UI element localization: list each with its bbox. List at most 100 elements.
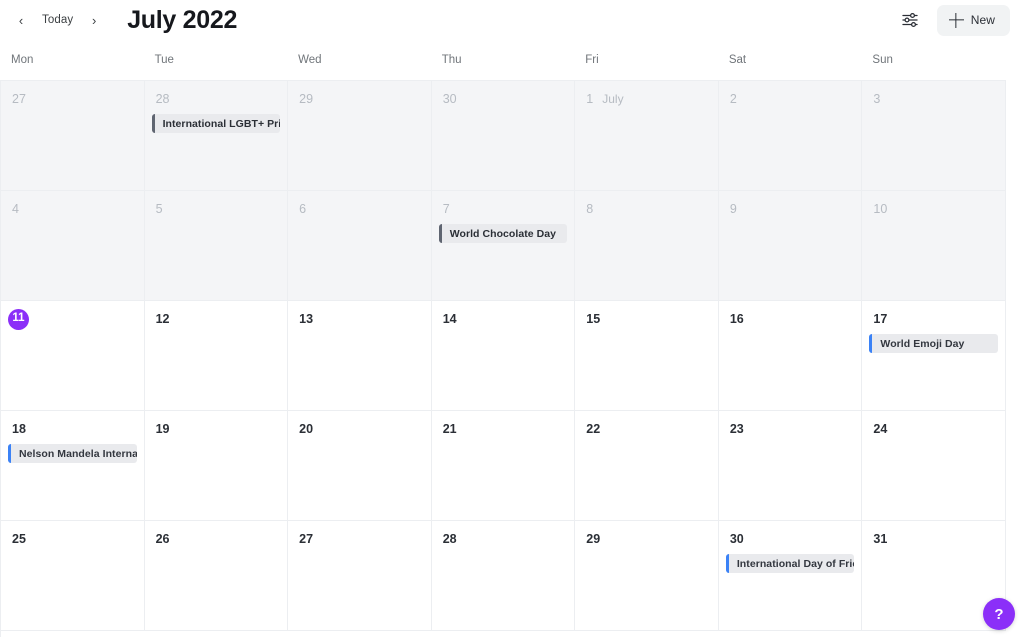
weekday-label-fri: Fri [585,54,599,66]
day-cell[interactable]: 13 [288,301,432,411]
day-cell[interactable]: 5 [144,191,289,301]
day-cell[interactable]: 26 [144,521,289,631]
day-cell[interactable]: 22 [575,411,719,521]
day-number: 30 [729,531,744,546]
new-event-button[interactable]: New [936,4,1010,36]
toolbar-actions: New [897,4,1010,36]
day-cell[interactable]: 23 [718,411,863,521]
day-number: 5 [155,201,163,216]
day-number-row: 30 [726,529,855,549]
weekday-label-tue: Tue [154,54,174,66]
day-cell[interactable]: 19 [144,411,289,521]
weekday-label-sat: Sat [728,54,747,66]
day-number: 30 [442,91,457,106]
day-number-row: 7 [439,199,568,219]
event-title: Nelson Mandela Internati... [19,447,137,460]
day-number-row: 22 [582,419,711,439]
day-number: 13 [299,311,314,326]
day-number-row: 9 [726,199,855,219]
event-title: International Day of Frien... [736,557,855,570]
day-number: 2 [729,91,737,106]
day-cell[interactable]: 27 [288,521,432,631]
day-cell[interactable]: 29 [288,81,432,191]
day-cell[interactable]: 7 World Chocolate Day [431,191,576,301]
day-cell[interactable]: 3 [862,81,1006,191]
day-cell[interactable]: 4 [1,191,145,301]
day-cell[interactable]: 9 [718,191,863,301]
weekday-header: Mon Tue Wed Thu Fri Sat Sun [0,40,1024,80]
day-cell[interactable]: 17 World Emoji Day [862,301,1006,411]
day-cell[interactable]: 28 [431,521,576,631]
day-number-row: 11 [8,308,137,330]
day-cell[interactable]: 20 [288,411,432,521]
event-list: World Emoji Day [869,334,998,353]
event-chip[interactable]: World Emoji Day [869,334,998,353]
day-number-row: 26 [152,529,281,549]
today-button[interactable]: Today [34,10,81,30]
day-cell[interactable]: 11 [1,301,145,411]
help-button[interactable]: ? [983,598,1015,630]
calendar-navigation: ‹ Today › [10,7,105,33]
previous-month-button[interactable]: ‹ [10,7,32,33]
day-number-row: 30 [439,89,568,109]
day-number: 6 [299,201,307,216]
day-number: 25 [12,531,26,546]
day-number-row: 6 [295,199,424,219]
event-list: International LGBT+ Pride... [151,114,281,133]
new-event-label: New [970,13,995,27]
day-cell[interactable]: 15 [575,301,719,411]
day-number: 23 [729,421,744,436]
day-number: 16 [729,311,744,326]
day-number-row: 15 [582,309,711,329]
event-chip[interactable]: International LGBT+ Pride... [151,114,281,133]
event-chip[interactable]: International Day of Frien... [725,554,855,573]
day-cell[interactable]: 8 [575,191,719,301]
calendar-toolbar: ‹ Today › July 2022 New [0,0,1024,40]
next-month-button[interactable]: › [83,7,105,33]
day-number-row: 23 [726,419,855,439]
day-number: 27 [299,531,314,546]
day-cell[interactable]: 1 July [575,81,719,191]
day-number: 29 [586,531,601,546]
event-chip[interactable]: World Chocolate Day [438,224,568,243]
event-chip[interactable]: Nelson Mandela Internati... [8,444,137,463]
day-number-row: 16 [726,309,855,329]
month-grid: 2728International LGBT+ Pride...29301Jul… [0,80,1006,637]
day-number: 3 [873,91,881,106]
weekday-label-thu: Thu [441,54,462,66]
day-cell[interactable]: 12 [144,301,289,411]
day-cell[interactable]: 27 [1,81,145,191]
event-title: International LGBT+ Pride... [162,117,281,130]
day-cell[interactable]: 21 [431,411,576,521]
sliders-icon[interactable] [897,7,923,33]
day-cell[interactable]: 6 [288,191,432,301]
day-number-row: 8 [582,199,711,219]
day-number: 9 [729,201,737,216]
day-cell[interactable]: 25 [1,521,145,631]
day-cell[interactable]: 14 [431,301,576,411]
day-number: 19 [155,421,170,436]
day-number: 28 [155,91,170,106]
day-number-row: 31 [869,529,998,549]
day-cell[interactable]: 2 [718,81,863,191]
day-number: 29 [299,91,314,106]
day-cell[interactable]: 30 [431,81,576,191]
day-number: 7 [442,201,450,216]
day-cell[interactable]: 16 [718,301,863,411]
day-cell[interactable]: 24 [862,411,1006,521]
day-number-row: 4 [8,199,137,219]
day-number-row: 24 [869,419,998,439]
day-number: 21 [442,421,457,436]
day-cell[interactable]: 10 [862,191,1006,301]
day-cell[interactable]: 30 International Day of Frien... [718,521,863,631]
day-cell[interactable]: 29 [575,521,719,631]
week-row: 11 12 13 14 15 16 17 World Emoji Day [1,301,1006,411]
day-cell[interactable]: 18 Nelson Mandela Internati... [1,411,145,521]
day-number: 1 [586,91,594,106]
week-row: 4 5 6 7 World Chocolate Day 8 9 10 [1,191,1006,301]
event-list: World Chocolate Day [438,224,568,243]
day-number-row: 2 [726,89,855,109]
today-badge: 11 [8,308,29,330]
day-cell[interactable]: 28 International LGBT+ Pride... [144,81,289,191]
weekday-label-sun: Sun [872,54,893,66]
